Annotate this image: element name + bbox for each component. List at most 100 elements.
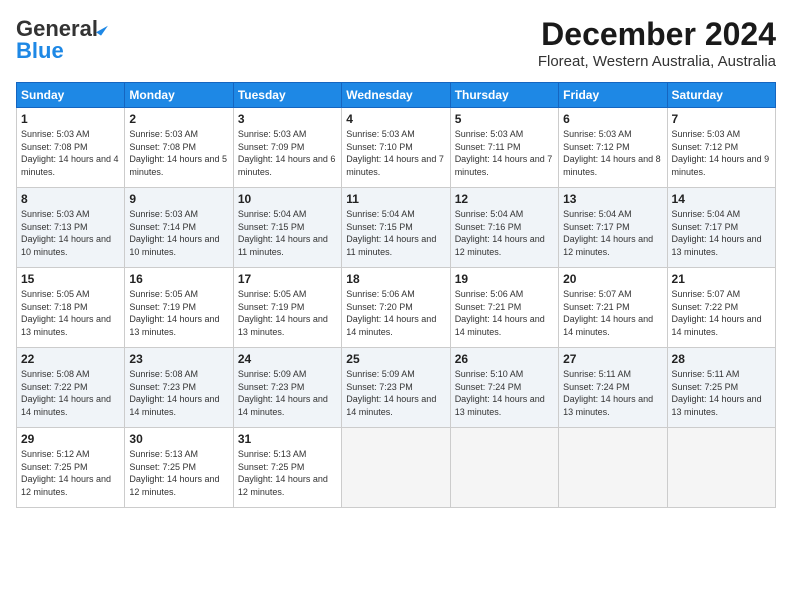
day-number: 7 — [672, 112, 771, 126]
day-info: Sunrise: 5:05 AMSunset: 7:18 PMDaylight:… — [21, 288, 120, 338]
col-header-friday: Friday — [559, 83, 667, 108]
calendar-cell: 4Sunrise: 5:03 AMSunset: 7:10 PMDaylight… — [342, 108, 450, 188]
month-title: December 2024 — [538, 16, 776, 53]
day-number: 26 — [455, 352, 554, 366]
calendar-cell: 5 Sunrise: 5:03 AMSunset: 7:11 PMDaylight… — [450, 108, 558, 188]
day-info: Sunrise: 5:07 AMSunset: 7:21 PMDaylight:… — [563, 288, 662, 338]
calendar-cell: 31 Sunrise: 5:13 AMSunset: 7:25 PMDayligh… — [233, 428, 341, 508]
day-number: 20 — [563, 272, 662, 286]
day-info: Sunrise: 5:06 AMSunset: 7:20 PMDaylight:… — [346, 288, 445, 338]
calendar-cell: 8 Sunrise: 5:03 AMSunset: 7:13 PMDaylight… — [17, 188, 125, 268]
calendar-cell: 18 Sunrise: 5:06 AMSunset: 7:20 PMDayligh… — [342, 268, 450, 348]
day-info: Sunrise: 5:12 AMSunset: 7:25 PMDaylight:… — [21, 448, 120, 498]
calendar-cell — [342, 428, 450, 508]
page-header: General Blue December 2024 Floreat, West… — [16, 16, 776, 70]
day-number: 16 — [129, 272, 228, 286]
day-number: 19 — [455, 272, 554, 286]
calendar-cell — [667, 428, 775, 508]
day-info: Sunrise: 5:07 AMSunset: 7:22 PMDaylight:… — [672, 288, 771, 338]
day-info: Sunrise: 5:04 AMSunset: 7:16 PMDaylight:… — [455, 208, 554, 258]
calendar-week-row: 22 Sunrise: 5:08 AMSunset: 7:22 PMDayligh… — [17, 348, 776, 428]
calendar-cell — [559, 428, 667, 508]
calendar-cell: 9 Sunrise: 5:03 AMSunset: 7:14 PMDaylight… — [125, 188, 233, 268]
calendar-cell — [450, 428, 558, 508]
day-number: 13 — [563, 192, 662, 206]
calendar-cell: 24 Sunrise: 5:09 AMSunset: 7:23 PMDayligh… — [233, 348, 341, 428]
calendar-cell: 20 Sunrise: 5:07 AMSunset: 7:21 PMDayligh… — [559, 268, 667, 348]
day-info: Sunrise: 5:04 AMSunset: 7:17 PMDaylight:… — [672, 208, 771, 258]
day-number: 2 — [129, 112, 228, 126]
calendar-cell: 3 Sunrise: 5:03 AMSunset: 7:09 PMDaylight… — [233, 108, 341, 188]
day-info: Sunrise: 5:09 AMSunset: 7:23 PMDaylight:… — [238, 368, 337, 418]
day-info: Sunrise: 5:04 AMSunset: 7:15 PMDaylight:… — [346, 208, 445, 258]
day-info: Sunrise: 5:13 AMSunset: 7:25 PMDaylight:… — [238, 448, 337, 498]
day-info: Sunrise: 5:06 AMSunset: 7:21 PMDaylight:… — [455, 288, 554, 338]
calendar-cell: 15 Sunrise: 5:05 AMSunset: 7:18 PMDayligh… — [17, 268, 125, 348]
location-title: Floreat, Western Australia, Australia — [538, 53, 776, 70]
day-info: Sunrise: 5:03 AMSunset: 7:14 PMDaylight:… — [129, 208, 228, 258]
day-info: Sunrise: 5:08 AMSunset: 7:22 PMDaylight:… — [21, 368, 120, 418]
day-info: Sunrise: 5:10 AMSunset: 7:24 PMDaylight:… — [455, 368, 554, 418]
day-number: 21 — [672, 272, 771, 286]
day-number: 24 — [238, 352, 337, 366]
calendar-cell: 1Sunrise: 5:03 AMSunset: 7:08 PMDaylight… — [17, 108, 125, 188]
calendar-cell: 7 Sunrise: 5:03 AMSunset: 7:12 PMDaylight… — [667, 108, 775, 188]
day-info: Sunrise: 5:05 AMSunset: 7:19 PMDaylight:… — [129, 288, 228, 338]
calendar-week-row: 15 Sunrise: 5:05 AMSunset: 7:18 PMDayligh… — [17, 268, 776, 348]
day-info: Sunrise: 5:03 AMSunset: 7:10 PMDaylight:… — [346, 128, 445, 178]
day-number: 14 — [672, 192, 771, 206]
calendar-cell: 13 Sunrise: 5:04 AMSunset: 7:17 PMDayligh… — [559, 188, 667, 268]
col-header-monday: Monday — [125, 83, 233, 108]
day-info: Sunrise: 5:03 AMSunset: 7:08 PMDaylight:… — [21, 128, 120, 178]
day-info: Sunrise: 5:03 AMSunset: 7:11 PMDaylight:… — [455, 128, 554, 178]
day-info: Sunrise: 5:03 AMSunset: 7:13 PMDaylight:… — [21, 208, 120, 258]
calendar-cell: 27 Sunrise: 5:11 AMSunset: 7:24 PMDayligh… — [559, 348, 667, 428]
day-info: Sunrise: 5:11 AMSunset: 7:24 PMDaylight:… — [563, 368, 662, 418]
col-header-sunday: Sunday — [17, 83, 125, 108]
day-info: Sunrise: 5:11 AMSunset: 7:25 PMDaylight:… — [672, 368, 771, 418]
day-number: 22 — [21, 352, 120, 366]
day-number: 29 — [21, 432, 120, 446]
day-number: 27 — [563, 352, 662, 366]
calendar-cell: 14 Sunrise: 5:04 AMSunset: 7:17 PMDayligh… — [667, 188, 775, 268]
day-number: 10 — [238, 192, 337, 206]
day-info: Sunrise: 5:09 AMSunset: 7:23 PMDaylight:… — [346, 368, 445, 418]
day-number: 3 — [238, 112, 337, 126]
day-number: 15 — [21, 272, 120, 286]
calendar-week-row: 1Sunrise: 5:03 AMSunset: 7:08 PMDaylight… — [17, 108, 776, 188]
day-number: 5 — [455, 112, 554, 126]
day-info: Sunrise: 5:13 AMSunset: 7:25 PMDaylight:… — [129, 448, 228, 498]
day-number: 6 — [563, 112, 662, 126]
calendar-cell: 10Sunrise: 5:04 AMSunset: 7:15 PMDayligh… — [233, 188, 341, 268]
calendar-cell: 2Sunrise: 5:03 AMSunset: 7:08 PMDaylight… — [125, 108, 233, 188]
calendar-cell: 26 Sunrise: 5:10 AMSunset: 7:24 PMDayligh… — [450, 348, 558, 428]
calendar-header-row: SundayMondayTuesdayWednesdayThursdayFrid… — [17, 83, 776, 108]
day-info: Sunrise: 5:03 AMSunset: 7:09 PMDaylight:… — [238, 128, 337, 178]
day-number: 25 — [346, 352, 445, 366]
day-number: 18 — [346, 272, 445, 286]
day-info: Sunrise: 5:04 AMSunset: 7:17 PMDaylight:… — [563, 208, 662, 258]
calendar-cell: 28 Sunrise: 5:11 AMSunset: 7:25 PMDayligh… — [667, 348, 775, 428]
day-number: 30 — [129, 432, 228, 446]
col-header-thursday: Thursday — [450, 83, 558, 108]
calendar-week-row: 29 Sunrise: 5:12 AMSunset: 7:25 PMDayligh… — [17, 428, 776, 508]
calendar-cell: 11 Sunrise: 5:04 AMSunset: 7:15 PMDayligh… — [342, 188, 450, 268]
calendar-cell: 6 Sunrise: 5:03 AMSunset: 7:12 PMDaylight… — [559, 108, 667, 188]
day-number: 9 — [129, 192, 228, 206]
calendar-cell: 30 Sunrise: 5:13 AMSunset: 7:25 PMDayligh… — [125, 428, 233, 508]
calendar-cell: 19 Sunrise: 5:06 AMSunset: 7:21 PMDayligh… — [450, 268, 558, 348]
day-info: Sunrise: 5:03 AMSunset: 7:12 PMDaylight:… — [563, 128, 662, 178]
calendar-cell: 12Sunrise: 5:04 AMSunset: 7:16 PMDayligh… — [450, 188, 558, 268]
col-header-saturday: Saturday — [667, 83, 775, 108]
day-number: 31 — [238, 432, 337, 446]
day-number: 8 — [21, 192, 120, 206]
day-number: 11 — [346, 192, 445, 206]
calendar-cell: 22 Sunrise: 5:08 AMSunset: 7:22 PMDayligh… — [17, 348, 125, 428]
calendar-week-row: 8 Sunrise: 5:03 AMSunset: 7:13 PMDaylight… — [17, 188, 776, 268]
calendar-cell: 23Sunrise: 5:08 AMSunset: 7:23 PMDayligh… — [125, 348, 233, 428]
day-number: 28 — [672, 352, 771, 366]
day-info: Sunrise: 5:03 AMSunset: 7:12 PMDaylight:… — [672, 128, 771, 178]
col-header-wednesday: Wednesday — [342, 83, 450, 108]
col-header-tuesday: Tuesday — [233, 83, 341, 108]
logo: General Blue — [16, 16, 105, 64]
